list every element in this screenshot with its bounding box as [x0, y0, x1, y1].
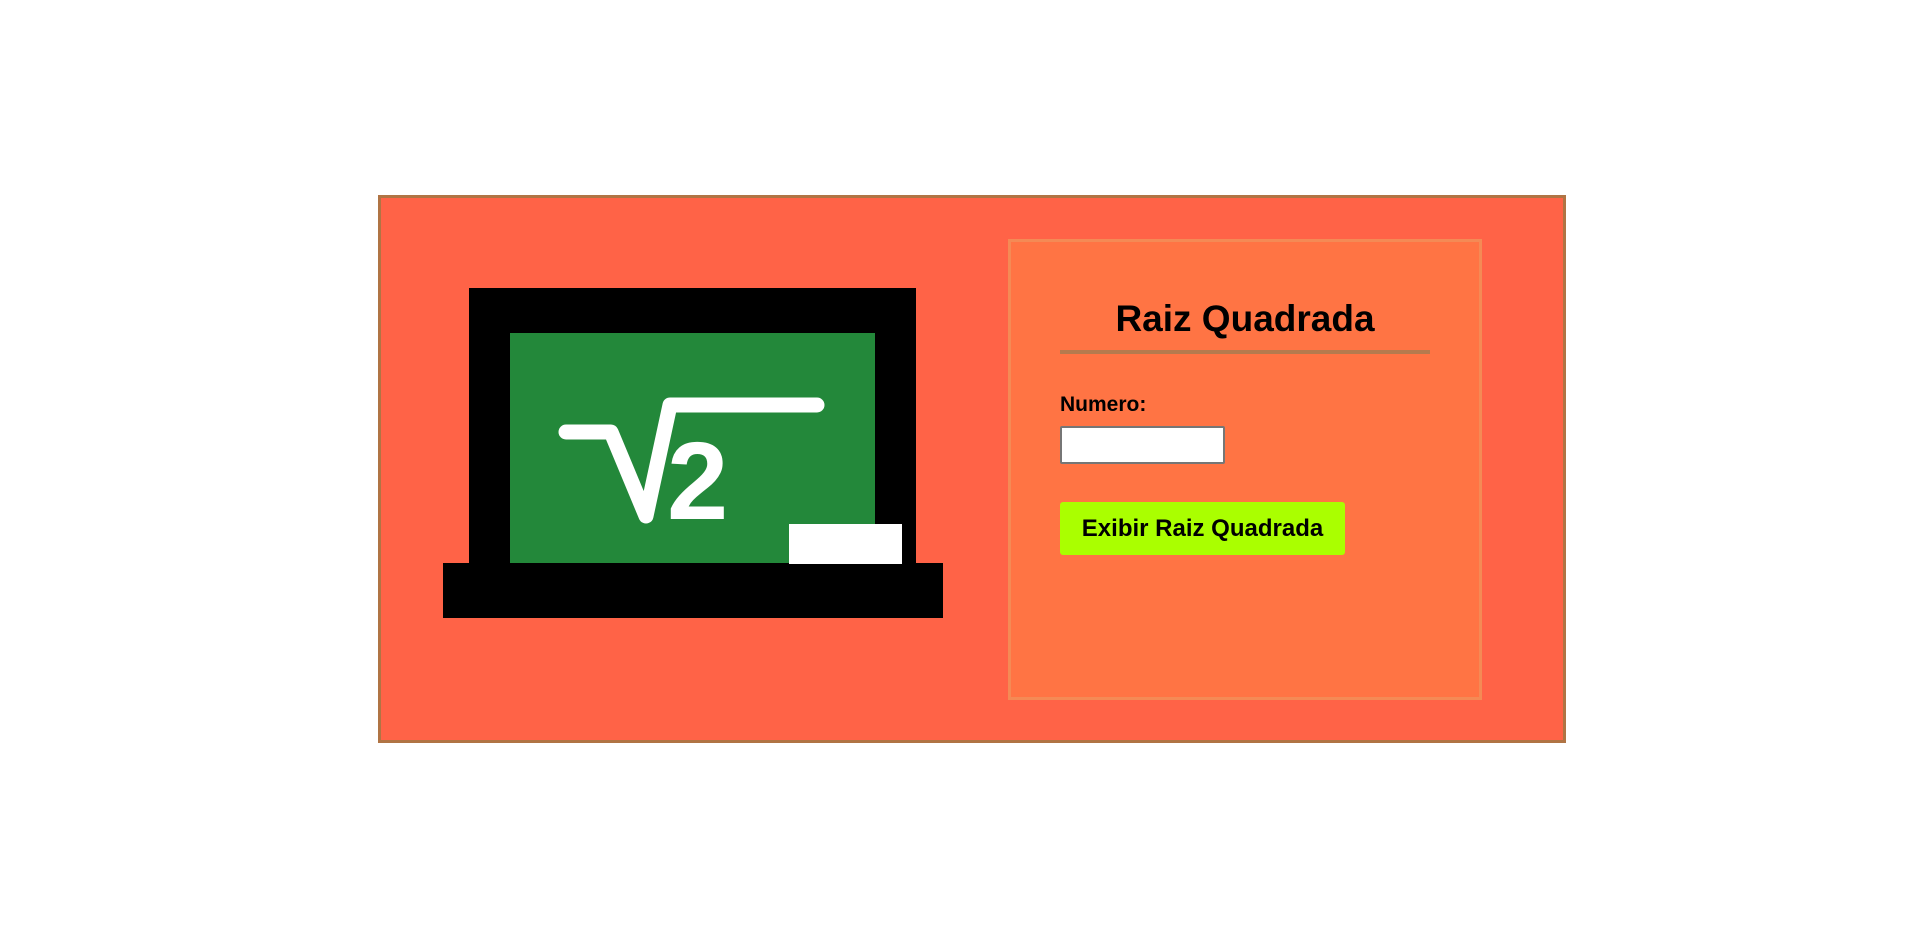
laptop-base — [443, 563, 943, 618]
main-card: 2 Raiz Quadrada Numero: Exibir Raiz Quad… — [378, 195, 1566, 743]
show-square-root-button[interactable]: Exibir Raiz Quadrada — [1060, 502, 1345, 555]
laptop-chalkboard-icon: 2 — [443, 288, 943, 618]
page: 2 Raiz Quadrada Numero: Exibir Raiz Quad… — [0, 0, 1920, 930]
number-label: Numero: — [1060, 393, 1147, 416]
page-title: Raiz Quadrada — [1115, 298, 1375, 339]
number-input[interactable] — [1060, 426, 1225, 464]
eraser-icon — [789, 524, 902, 564]
radicand-number: 2 — [667, 420, 728, 543]
title-divider — [1060, 350, 1430, 354]
square-root-illustration: 2 — [443, 288, 943, 618]
form-panel: Raiz Quadrada Numero: Exibir Raiz Quadra… — [1008, 239, 1482, 700]
